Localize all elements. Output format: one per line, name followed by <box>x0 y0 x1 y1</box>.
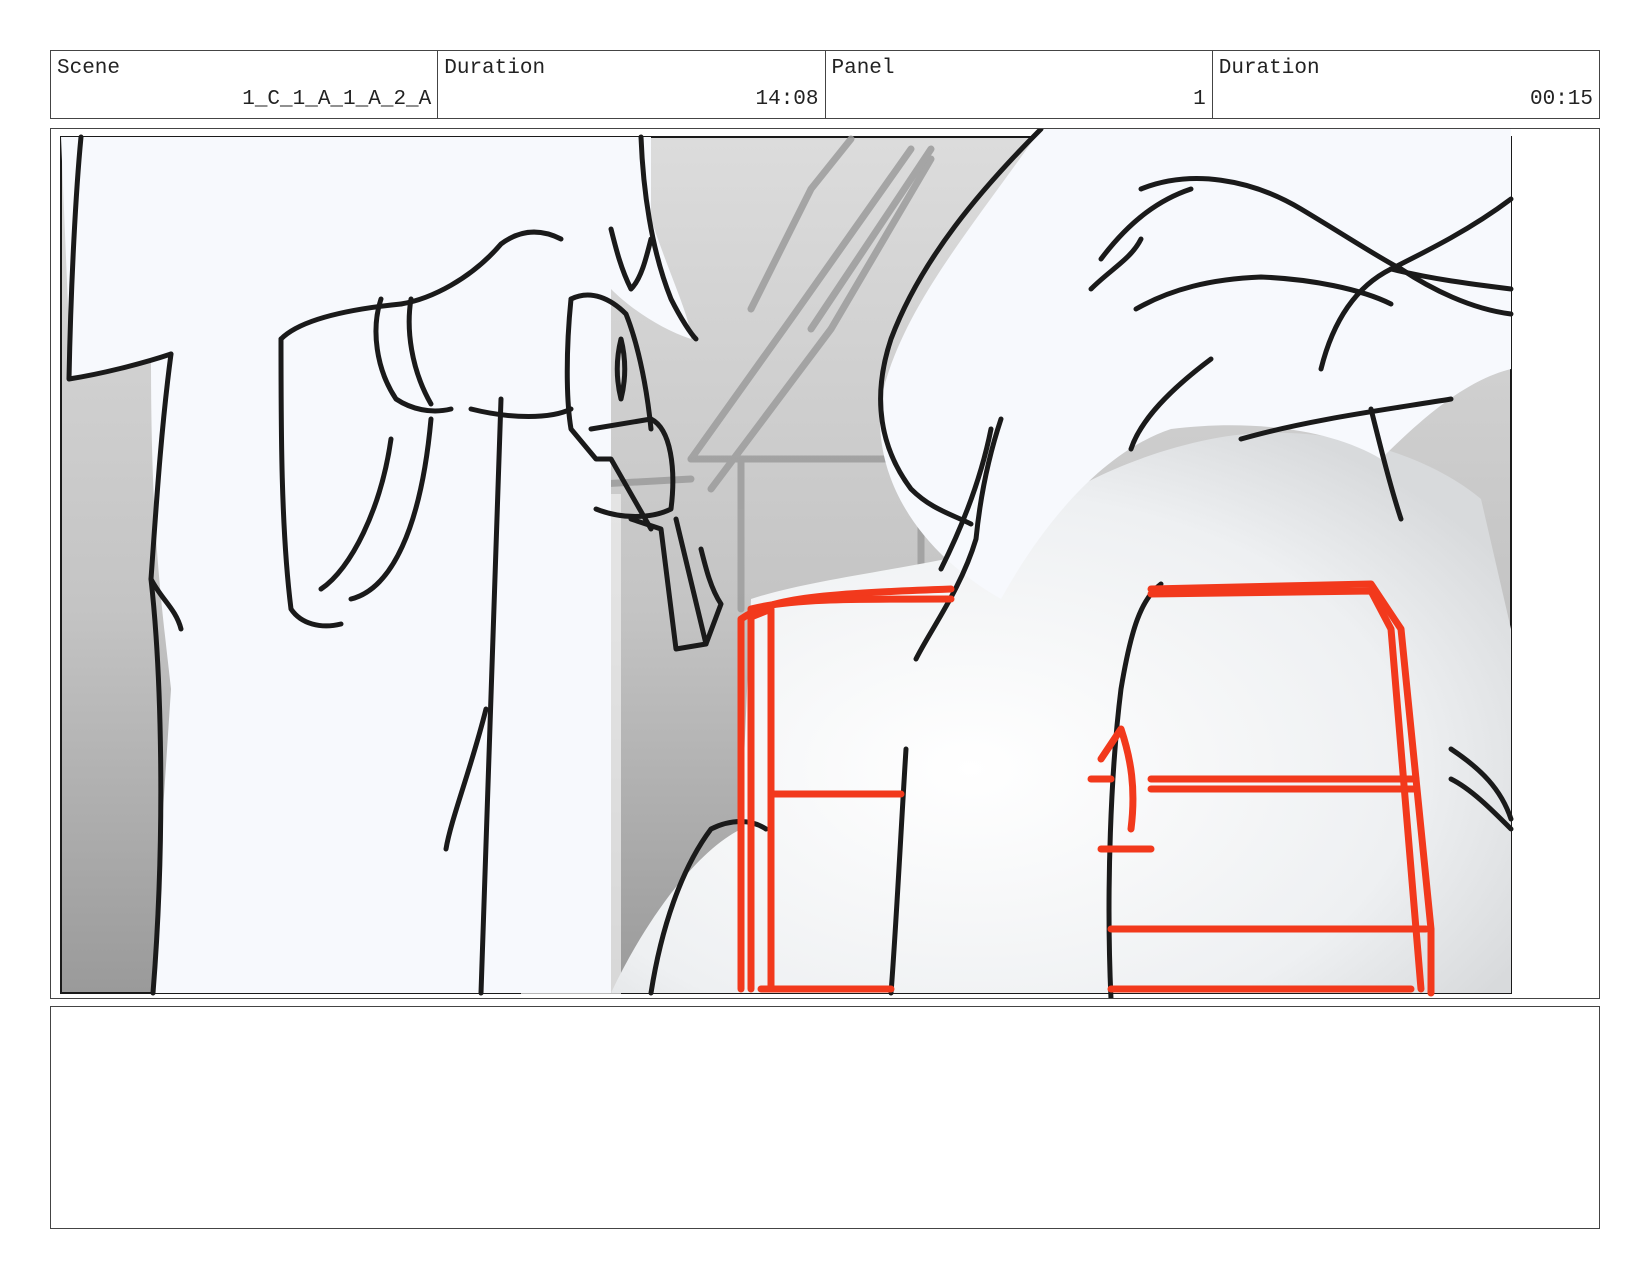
storyboard-panel <box>50 128 1600 999</box>
scene-duration-label: Duration <box>444 57 546 80</box>
panel-number: 1 <box>1193 88 1206 111</box>
panel-duration-label: Duration <box>1218 57 1320 80</box>
panel-cell: Panel 1 <box>826 51 1213 118</box>
notes-box <box>50 1006 1600 1229</box>
panel-header: Scene 1_C_1_A_1_A_2_A Duration 14:08 Pan… <box>50 50 1600 119</box>
sketch-image <box>60 129 1514 998</box>
scene-label: Scene <box>57 57 121 80</box>
panel-duration-value: 00:15 <box>1529 88 1593 111</box>
scene-cell: Scene 1_C_1_A_1_A_2_A <box>51 51 439 118</box>
scene-duration-cell: Duration 14:08 <box>438 51 826 118</box>
scene-value: 1_C_1_A_1_A_2_A <box>242 88 432 111</box>
panel-label: Panel <box>831 57 895 80</box>
panel-duration-cell: Duration 00:15 <box>1213 51 1599 118</box>
scene-duration-value: 14:08 <box>755 88 819 111</box>
